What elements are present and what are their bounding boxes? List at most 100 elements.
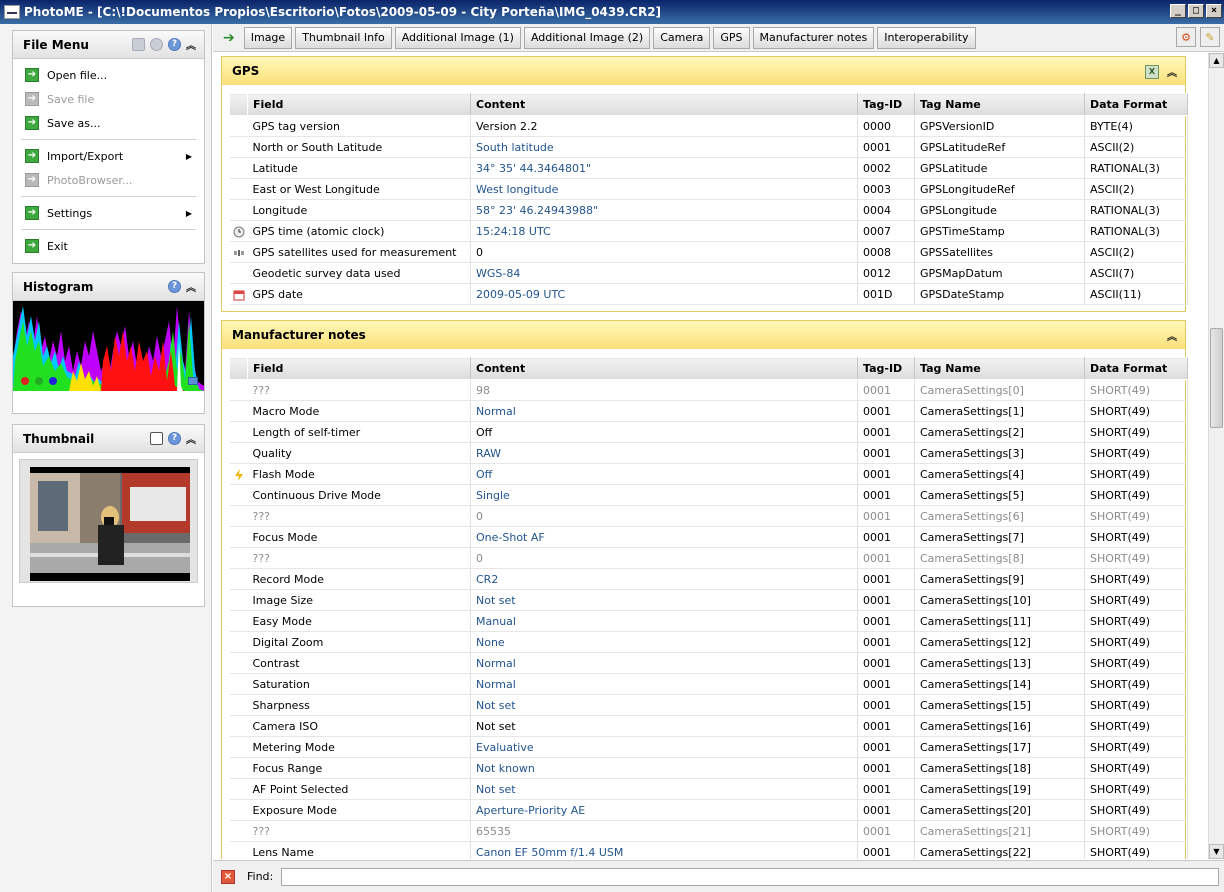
maker-notes-section-header[interactable]: Manufacturer notes ︽ [222,321,1185,349]
scroll-down-button[interactable]: ▼ [1209,844,1224,859]
maker-table-row[interactable]: Image Size Not set 0001 CameraSettings[10] S… [229,589,1188,611]
copy-icon[interactable] [132,38,145,51]
field-cell: Length of self-timer [247,421,471,443]
maximize-button[interactable]: □ [1188,4,1204,18]
data-format-cell: SHORT(49) [1084,526,1188,548]
column-header-content[interactable]: Content [470,93,858,116]
tab-camera[interactable]: Camera [653,26,711,49]
menu-item-exit[interactable]: ➔ Exit [13,234,204,258]
maker-table-row[interactable]: Continuous Drive Mode Single 0001 CameraSet… [229,484,1188,506]
go-arrow-icon[interactable]: ➔ [223,30,235,46]
column-header-tag-name[interactable]: Tag Name [914,357,1085,380]
gps-table-row[interactable]: Latitude 34° 35' 44.3464801" 0002 GPSLatitu… [229,157,1188,179]
maker-table-row[interactable]: Flash Mode Off 0001 CameraSettings[4] SHORT(… [229,463,1188,485]
maker-table-row[interactable]: Camera ISO Not set 0001 CameraSettings[16] S… [229,715,1188,737]
menu-item-photobrowser[interactable]: ➔ PhotoBrowser... [13,168,204,192]
edit-note-icon[interactable]: ✎ [1200,27,1220,47]
maker-table-row[interactable]: ??? 0 0001 CameraSettings[8] SHORT(49) [229,547,1188,569]
maker-table-row[interactable]: Sharpness Not set 0001 CameraSettings[15] SH… [229,694,1188,716]
scroll-up-button[interactable]: ▲ [1209,53,1224,68]
column-header-content[interactable]: Content [470,357,858,380]
column-header-field[interactable]: Field [247,357,471,380]
minimize-button[interactable]: _ [1170,4,1186,18]
tag-id-cell: 0008 [857,241,915,263]
help-icon[interactable]: ? [168,280,181,293]
gps-table-row[interactable]: Geodetic survey data used WGS-84 0012 GPSMa… [229,262,1188,284]
close-find-icon[interactable]: × [221,869,235,884]
maker-table-row[interactable]: Focus Range Not known 0001 CameraSettings[1… [229,757,1188,779]
tab-manufacturer-notes[interactable]: Manufacturer notes [752,26,875,49]
collapse-chevron-icon[interactable]: ︽ [186,431,196,446]
maker-table-row[interactable]: Exposure Mode Aperture-Priority AE 0001 Cam… [229,799,1188,821]
gps-section-header[interactable]: GPS X ︽ [222,57,1185,85]
tab-thumbnail-info[interactable]: Thumbnail Info [295,26,392,49]
maker-table-row[interactable]: AF Point Selected Not set 0001 CameraSettin… [229,778,1188,800]
maker-table-row[interactable]: Saturation Normal 0001 CameraSettings[14] SH… [229,673,1188,695]
window-controls: _ □ × [1170,4,1222,18]
maker-table-row[interactable]: Macro Mode Normal 0001 CameraSettings[1] SHO… [229,400,1188,422]
fit-image-icon[interactable] [150,432,163,445]
tab-image[interactable]: Image [243,26,293,49]
maker-table-row[interactable]: Easy Mode Manual 0001 CameraSettings[11] SHO… [229,610,1188,632]
maker-table-row[interactable]: ??? 65535 0001 CameraSettings[21] SHORT(49) [229,820,1188,842]
excel-export-icon[interactable]: X [1145,64,1159,79]
maker-table-row[interactable]: Contrast Normal 0001 CameraSettings[13] SHOR… [229,652,1188,674]
column-header-tag-id[interactable]: Tag-ID [857,357,915,380]
maker-table-row[interactable]: Lens Name Canon EF 50mm f/1.4 USM 0001 Came… [229,841,1188,859]
gps-table-row[interactable]: GPS date 2009-05-09 UTC 001D GPSDateStamp AS… [229,283,1188,305]
tag-id-cell: 0004 [857,199,915,221]
blue-channel-dot[interactable] [49,377,57,385]
collapse-chevron-icon[interactable]: ︽ [186,37,196,52]
vertical-scrollbar[interactable]: ▲ ▼ [1208,53,1224,859]
menu-item-settings[interactable]: ➔ Settings ▶ [13,201,204,225]
find-input[interactable] [281,867,1220,886]
maker-table-header: Field Content Tag-ID Tag Name Data Format [229,357,1188,380]
column-header-data-format[interactable]: Data Format [1084,357,1188,380]
collapse-chevron-icon[interactable]: ︽ [1167,64,1177,79]
maker-table-row[interactable]: Digital Zoom None 0001 CameraSettings[12] SH… [229,631,1188,653]
red-channel-dot[interactable] [21,377,29,385]
column-header-field[interactable]: Field [247,93,471,116]
menu-item-import-export[interactable]: ➔ Import/Export ▶ [13,144,204,168]
tag-name-cell: GPSLatitude [914,157,1085,179]
maker-table-row[interactable]: Record Mode CR2 0001 CameraSettings[9] SHORT… [229,568,1188,590]
collapse-chevron-icon[interactable]: ︽ [186,279,196,294]
histogram-mode-icon[interactable] [188,377,198,385]
menu-item-save-file[interactable]: ➔ Save file [13,87,204,111]
search-icon[interactable] [150,38,163,51]
gps-table-row[interactable]: GPS tag version Version 2.2 0000 GPSVersion… [229,115,1188,137]
help-icon[interactable]: ? [168,432,181,445]
column-header-tag-name[interactable]: Tag Name [914,93,1085,116]
tab-additional-image-1[interactable]: Additional Image (1) [394,26,521,49]
close-window-button[interactable]: × [1206,4,1222,18]
maker-table-row[interactable]: Quality RAW 0001 CameraSettings[3] SHORT(49) [229,442,1188,464]
tag-id-cell: 0001 [857,757,915,779]
metadata-scroll-area[interactable]: GPS X ︽ Field Content Tag-ID Tag Name Data F… [213,53,1208,859]
settings-gear-icon[interactable]: ⚙ [1176,27,1196,47]
maker-table-row[interactable]: Length of self-timer Off 0001 CameraSetting… [229,421,1188,443]
row-icon-cell [229,694,248,716]
data-format-cell: SHORT(49) [1084,421,1188,443]
help-icon[interactable]: ? [168,38,181,51]
menu-item-open-file[interactable]: ➔ Open file... [13,63,204,87]
gps-table-row[interactable]: North or South Latitude South latitude 000… [229,136,1188,158]
maker-table-row[interactable]: ??? 0 0001 CameraSettings[6] SHORT(49) [229,505,1188,527]
tab-additional-image-2[interactable]: Additional Image (2) [523,26,651,49]
gps-table-row[interactable]: Longitude 58° 23' 46.24943988" 0004 GPSLong… [229,199,1188,221]
column-header-tag-id[interactable]: Tag-ID [857,93,915,116]
scrollbar-thumb[interactable] [1210,328,1223,428]
menu-item-save-as[interactable]: ➔ Save as... [13,111,204,135]
gps-table-row[interactable]: East or West Longitude West longitude 0003… [229,178,1188,200]
gps-table-row[interactable]: GPS satellites used for measurement 0 0008… [229,241,1188,263]
maker-table-row[interactable]: ??? 98 0001 CameraSettings[0] SHORT(49) [229,379,1188,401]
maker-table-row[interactable]: Focus Mode One-Shot AF 0001 CameraSettings[… [229,526,1188,548]
satellite-icon [233,246,245,259]
maker-table-row[interactable]: Metering Mode Evaluative 0001 CameraSetting… [229,736,1188,758]
collapse-chevron-icon[interactable]: ︽ [1167,328,1177,343]
column-header-data-format[interactable]: Data Format [1084,93,1188,116]
gps-table-row[interactable]: GPS time (atomic clock) 15:24:18 UTC 0007 G… [229,220,1188,242]
content-cell: Canon EF 50mm f/1.4 USM [470,841,858,859]
green-channel-dot[interactable] [35,377,43,385]
tab-interoperability[interactable]: Interoperability [877,26,976,49]
tab-gps[interactable]: GPS [713,26,750,49]
